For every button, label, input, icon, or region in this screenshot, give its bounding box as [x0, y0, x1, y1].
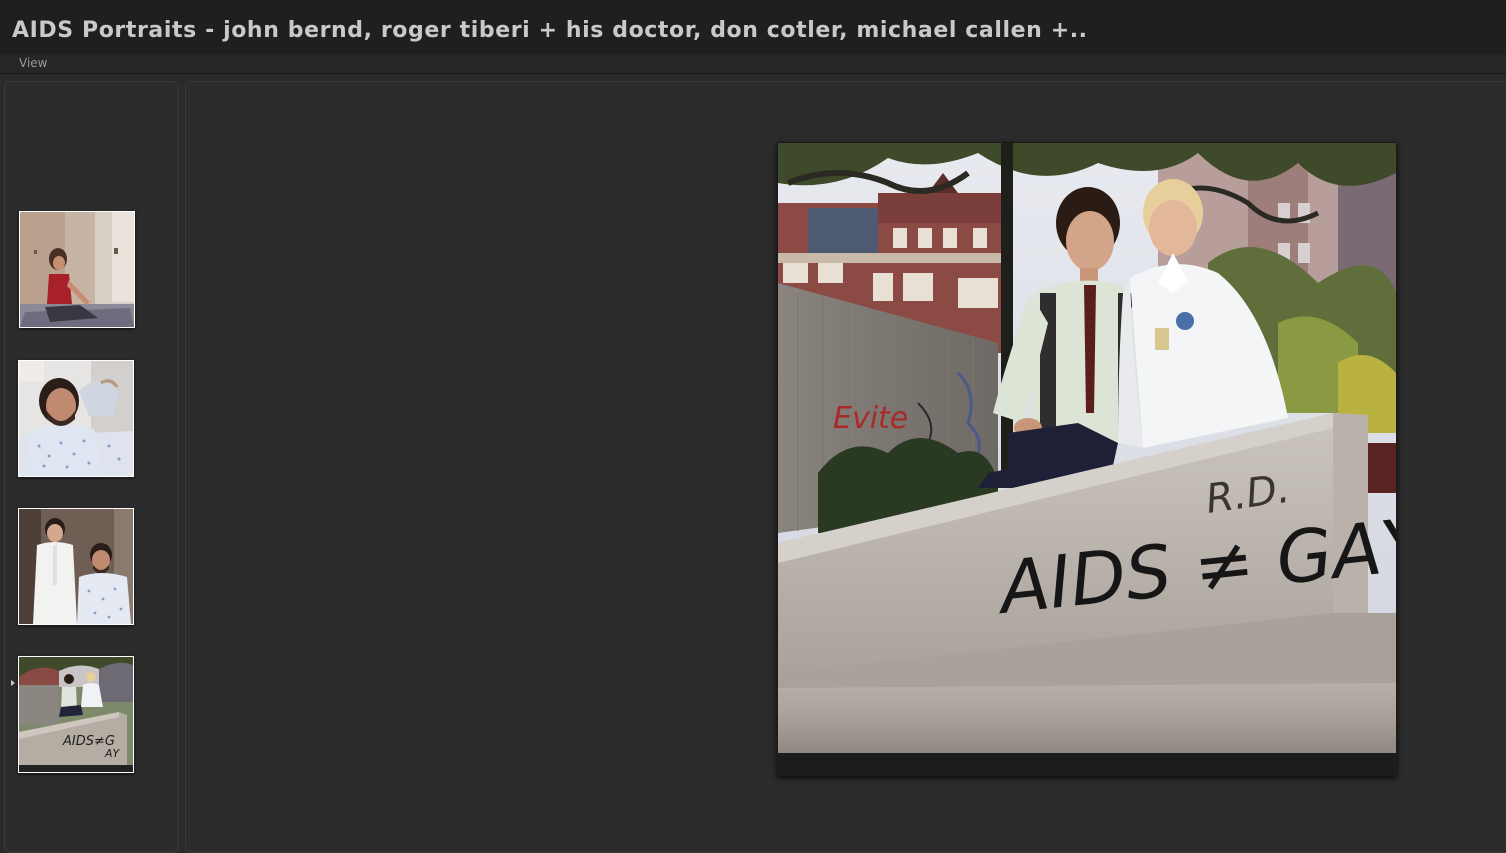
- thumbnail-3[interactable]: [18, 508, 134, 625]
- main-photo-image: Evite AIDS ≠ GAY R.D.: [778, 143, 1396, 775]
- thumbnail-image: [19, 509, 133, 624]
- thumbnail-image: [20, 212, 134, 327]
- svg-text:AY: AY: [104, 747, 121, 760]
- view-menu[interactable]: View: [19, 56, 47, 70]
- thumbnail-1[interactable]: [19, 211, 135, 328]
- selected-indicator-icon: [11, 680, 15, 686]
- svg-text:Evite: Evite: [833, 401, 908, 436]
- thumbnail-image: [19, 361, 133, 476]
- title-bar: AIDS Portraits - john bernd, roger tiber…: [0, 0, 1506, 54]
- menu-bar: View: [0, 54, 1506, 74]
- main-photo[interactable]: Evite AIDS ≠ GAY R.D.: [777, 142, 1397, 776]
- thumbnail-2[interactable]: [18, 360, 134, 477]
- thumbnail-4-selected[interactable]: AIDS≠G AY: [18, 656, 134, 773]
- thumbnail-image: AIDS≠G AY: [19, 657, 133, 772]
- gallery-title: AIDS Portraits - john bernd, roger tiber…: [12, 18, 1088, 43]
